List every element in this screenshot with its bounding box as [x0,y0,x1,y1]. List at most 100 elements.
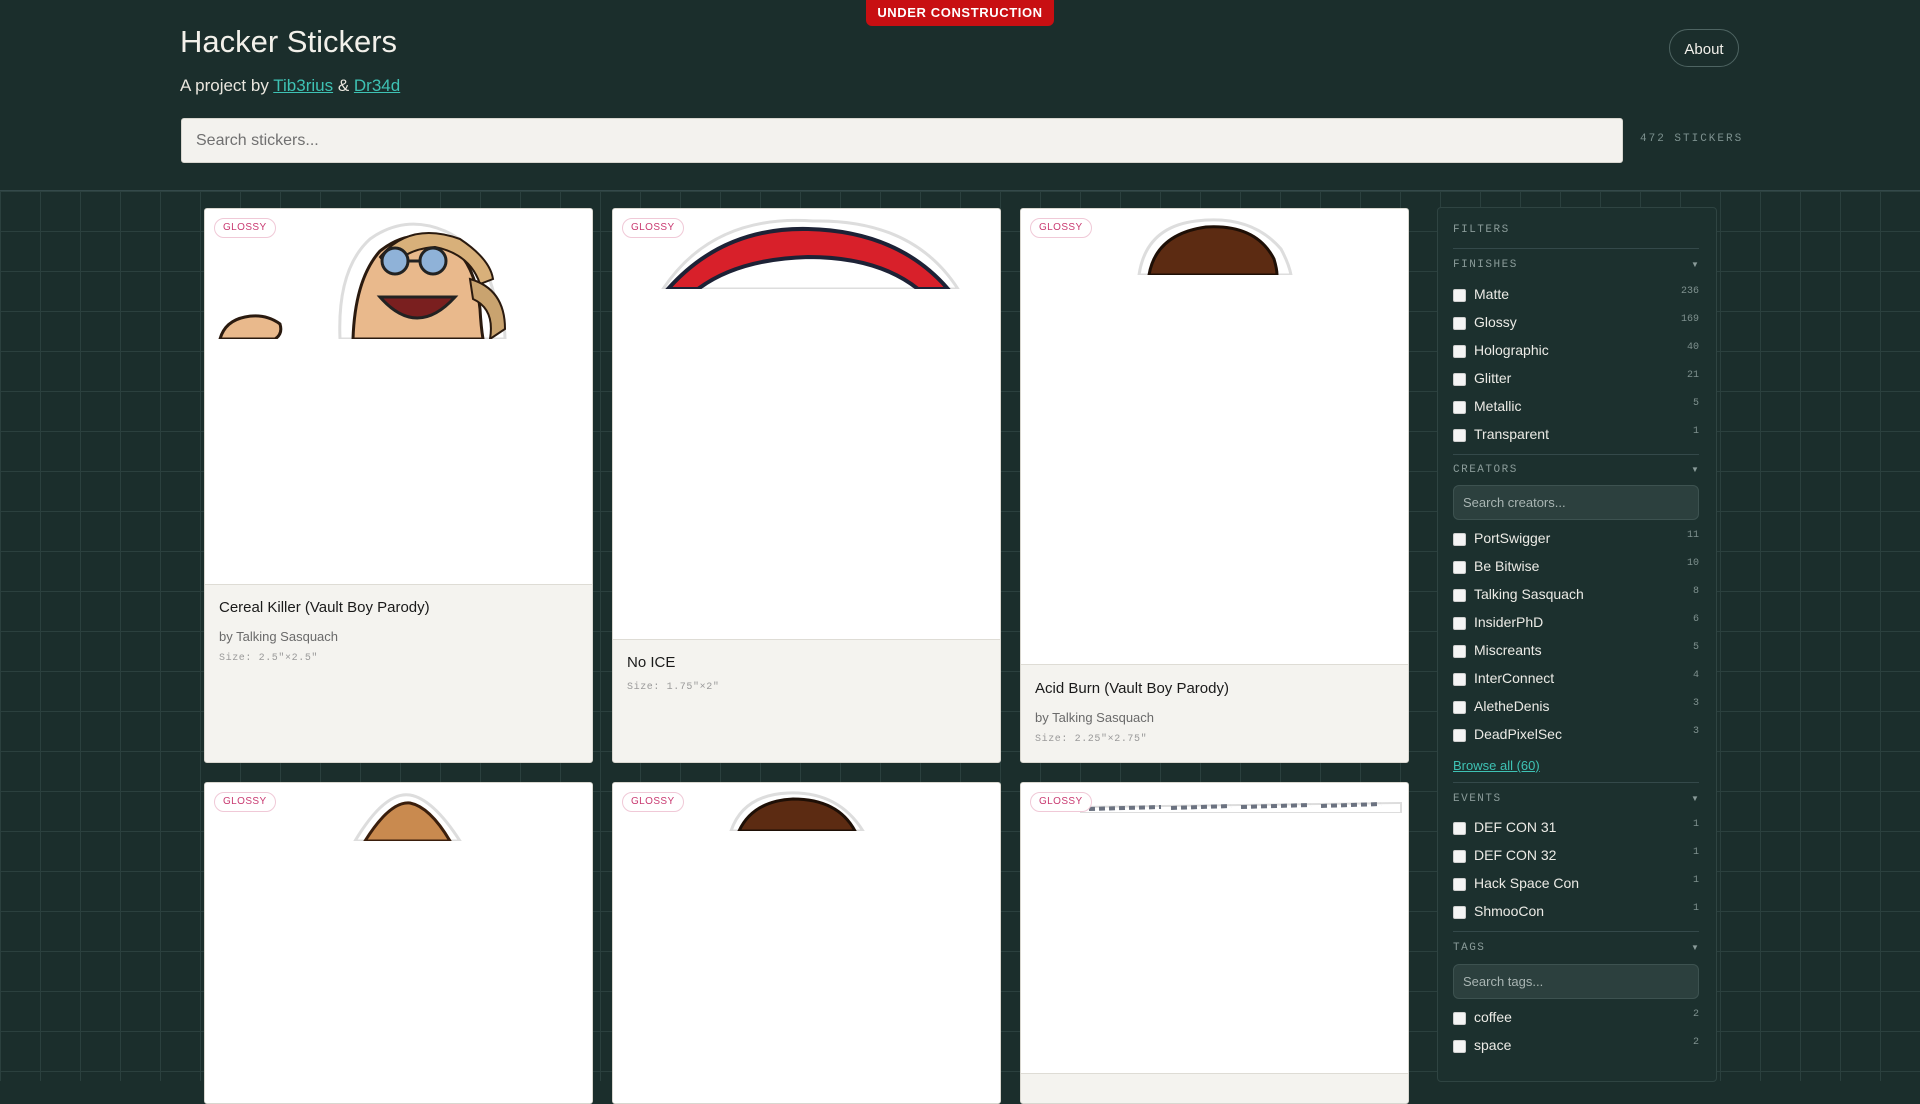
sticker-creator: by Talking Sasquach [1035,710,1155,725]
about-button[interactable]: About [1669,29,1739,67]
finish-badge: GLOSSY [1030,792,1092,812]
divider [1453,248,1699,249]
checkbox[interactable] [1453,373,1466,386]
sticker-title: Cereal Killer (Vault Boy Parody) [219,599,430,616]
filter-option-creator[interactable]: InterConnect 4 [1453,669,1699,689]
sticker-image[interactable] [1021,209,1408,665]
checkbox[interactable] [1453,645,1466,658]
caret-down-icon[interactable]: ▼ [1691,465,1699,474]
checkbox[interactable] [1453,1040,1466,1053]
option-label: Be Bitwise [1474,558,1540,574]
option-label: Miscreants [1474,642,1542,658]
caret-down-icon[interactable]: ▼ [1691,794,1699,803]
filter-option-creator[interactable]: Be Bitwise 10 [1453,557,1699,577]
filter-option-tag[interactable]: space 2 [1453,1036,1699,1056]
checkbox[interactable] [1453,822,1466,835]
finishes-section-toggle[interactable]: FINISHES [1453,259,1518,271]
divider [1453,454,1699,455]
checkbox[interactable] [1453,850,1466,863]
filter-option-creator[interactable]: DeadPixelSec 3 [1453,725,1699,745]
option-count: 6 [1692,614,1699,625]
sticker-title: Acid Burn (Vault Boy Parody) [1035,680,1229,697]
checkbox[interactable] [1453,429,1466,442]
filter-option-event[interactable]: DEF CON 32 1 [1453,846,1699,866]
filter-option-event[interactable]: ShmooCon 1 [1453,902,1699,922]
checkbox[interactable] [1453,617,1466,630]
option-count: 5 [1692,398,1699,409]
sticker-image[interactable] [205,783,592,1103]
checkbox[interactable] [1453,533,1466,546]
option-label: PortSwigger [1474,530,1551,546]
filter-option-event[interactable]: Hack Space Con 1 [1453,874,1699,894]
filter-option-glossy[interactable]: Glossy 169 [1453,313,1699,333]
filter-option-creator[interactable]: Miscreants 5 [1453,641,1699,661]
option-count: 1 [1692,875,1699,886]
sticker-search-input[interactable] [181,118,1623,163]
tag-search-input[interactable] [1453,964,1699,999]
option-label: ShmooCon [1474,903,1545,919]
filter-option-transparent[interactable]: Transparent 1 [1453,425,1699,445]
checkbox[interactable] [1453,729,1466,742]
creators-section-toggle[interactable]: CREATORS [1453,464,1518,476]
option-label: InterConnect [1474,670,1555,686]
tags-section-toggle[interactable]: TAGS [1453,942,1485,954]
option-count: 1 [1692,847,1699,858]
checkbox[interactable] [1453,673,1466,686]
filter-option-creator[interactable]: AletheDenis 3 [1453,697,1699,717]
filter-option-holographic[interactable]: Holographic 40 [1453,341,1699,361]
sticker-size: Size: 2.5"×2.5" [219,653,319,664]
checkbox[interactable] [1453,1012,1466,1025]
divider [1453,782,1699,783]
caret-down-icon[interactable]: ▼ [1691,943,1699,952]
option-label: Glitter [1474,370,1512,386]
sticker-card[interactable]: GLOSSY [1020,782,1409,1104]
sticker-card[interactable]: GLOSSY [612,782,1001,1104]
checkbox[interactable] [1453,317,1466,330]
author-link-tib3rius[interactable]: Tib3rius [273,76,333,95]
filter-option-matte[interactable]: Matte 236 [1453,285,1699,305]
option-count: 40 [1686,342,1699,353]
subtitle-separator: & [337,76,350,95]
filter-option-event[interactable]: DEF CON 31 1 [1453,818,1699,838]
sticker-image[interactable] [613,783,1000,1103]
sticker-card[interactable]: GLOSSY Cereal Killer (Vault Boy Parody) … [204,208,593,763]
caret-down-icon[interactable]: ▼ [1691,260,1699,269]
sticker-card[interactable]: GLOSSY No ICE Size: 1.75"×2" [612,208,1001,763]
filter-option-tag[interactable]: coffee 2 [1453,1008,1699,1028]
site-subtitle: A project by Tib3rius & Dr34d [180,76,400,96]
under-construction-banner: UNDER CONSTRUCTION [866,0,1054,26]
creator-search-input[interactable] [1453,485,1699,520]
author-link-dr34d[interactable]: Dr34d [354,76,400,95]
sticker-card[interactable]: GLOSSY Acid Burn (Vault Boy Parody) by T… [1020,208,1409,763]
sticker-card[interactable]: GLOSSY [204,782,593,1104]
finish-badge: GLOSSY [622,218,684,238]
browse-all-creators-link[interactable]: Browse all (60) [1453,758,1540,773]
option-label: Matte [1474,286,1510,302]
sticker-image[interactable] [613,209,1000,640]
checkbox[interactable] [1453,561,1466,574]
filter-option-glitter[interactable]: Glitter 21 [1453,369,1699,389]
filter-option-creator[interactable]: InsiderPhD 6 [1453,613,1699,633]
option-count: 169 [1680,314,1699,325]
filter-option-metallic[interactable]: Metallic 5 [1453,397,1699,417]
subtitle-prefix: A project by [180,76,269,95]
option-count: 8 [1692,586,1699,597]
checkbox[interactable] [1453,401,1466,414]
checkbox[interactable] [1453,878,1466,891]
checkbox[interactable] [1453,701,1466,714]
filter-option-creator[interactable]: Talking Sasquach 8 [1453,585,1699,605]
option-count: 3 [1692,698,1699,709]
finish-badge: GLOSSY [214,792,276,812]
checkbox[interactable] [1453,906,1466,919]
checkbox[interactable] [1453,289,1466,302]
sticker-size: Size: 1.75"×2" [627,682,720,693]
checkbox[interactable] [1453,345,1466,358]
sticker-image[interactable] [205,209,592,585]
events-section-toggle[interactable]: EVENTS [1453,793,1502,805]
filter-option-creator[interactable]: PortSwigger 11 [1453,529,1699,549]
option-count: 3 [1692,726,1699,737]
sticker-image[interactable] [1021,783,1408,1074]
option-label: space [1474,1037,1512,1053]
checkbox[interactable] [1453,589,1466,602]
filters-heading: FILTERS [1453,224,1510,236]
